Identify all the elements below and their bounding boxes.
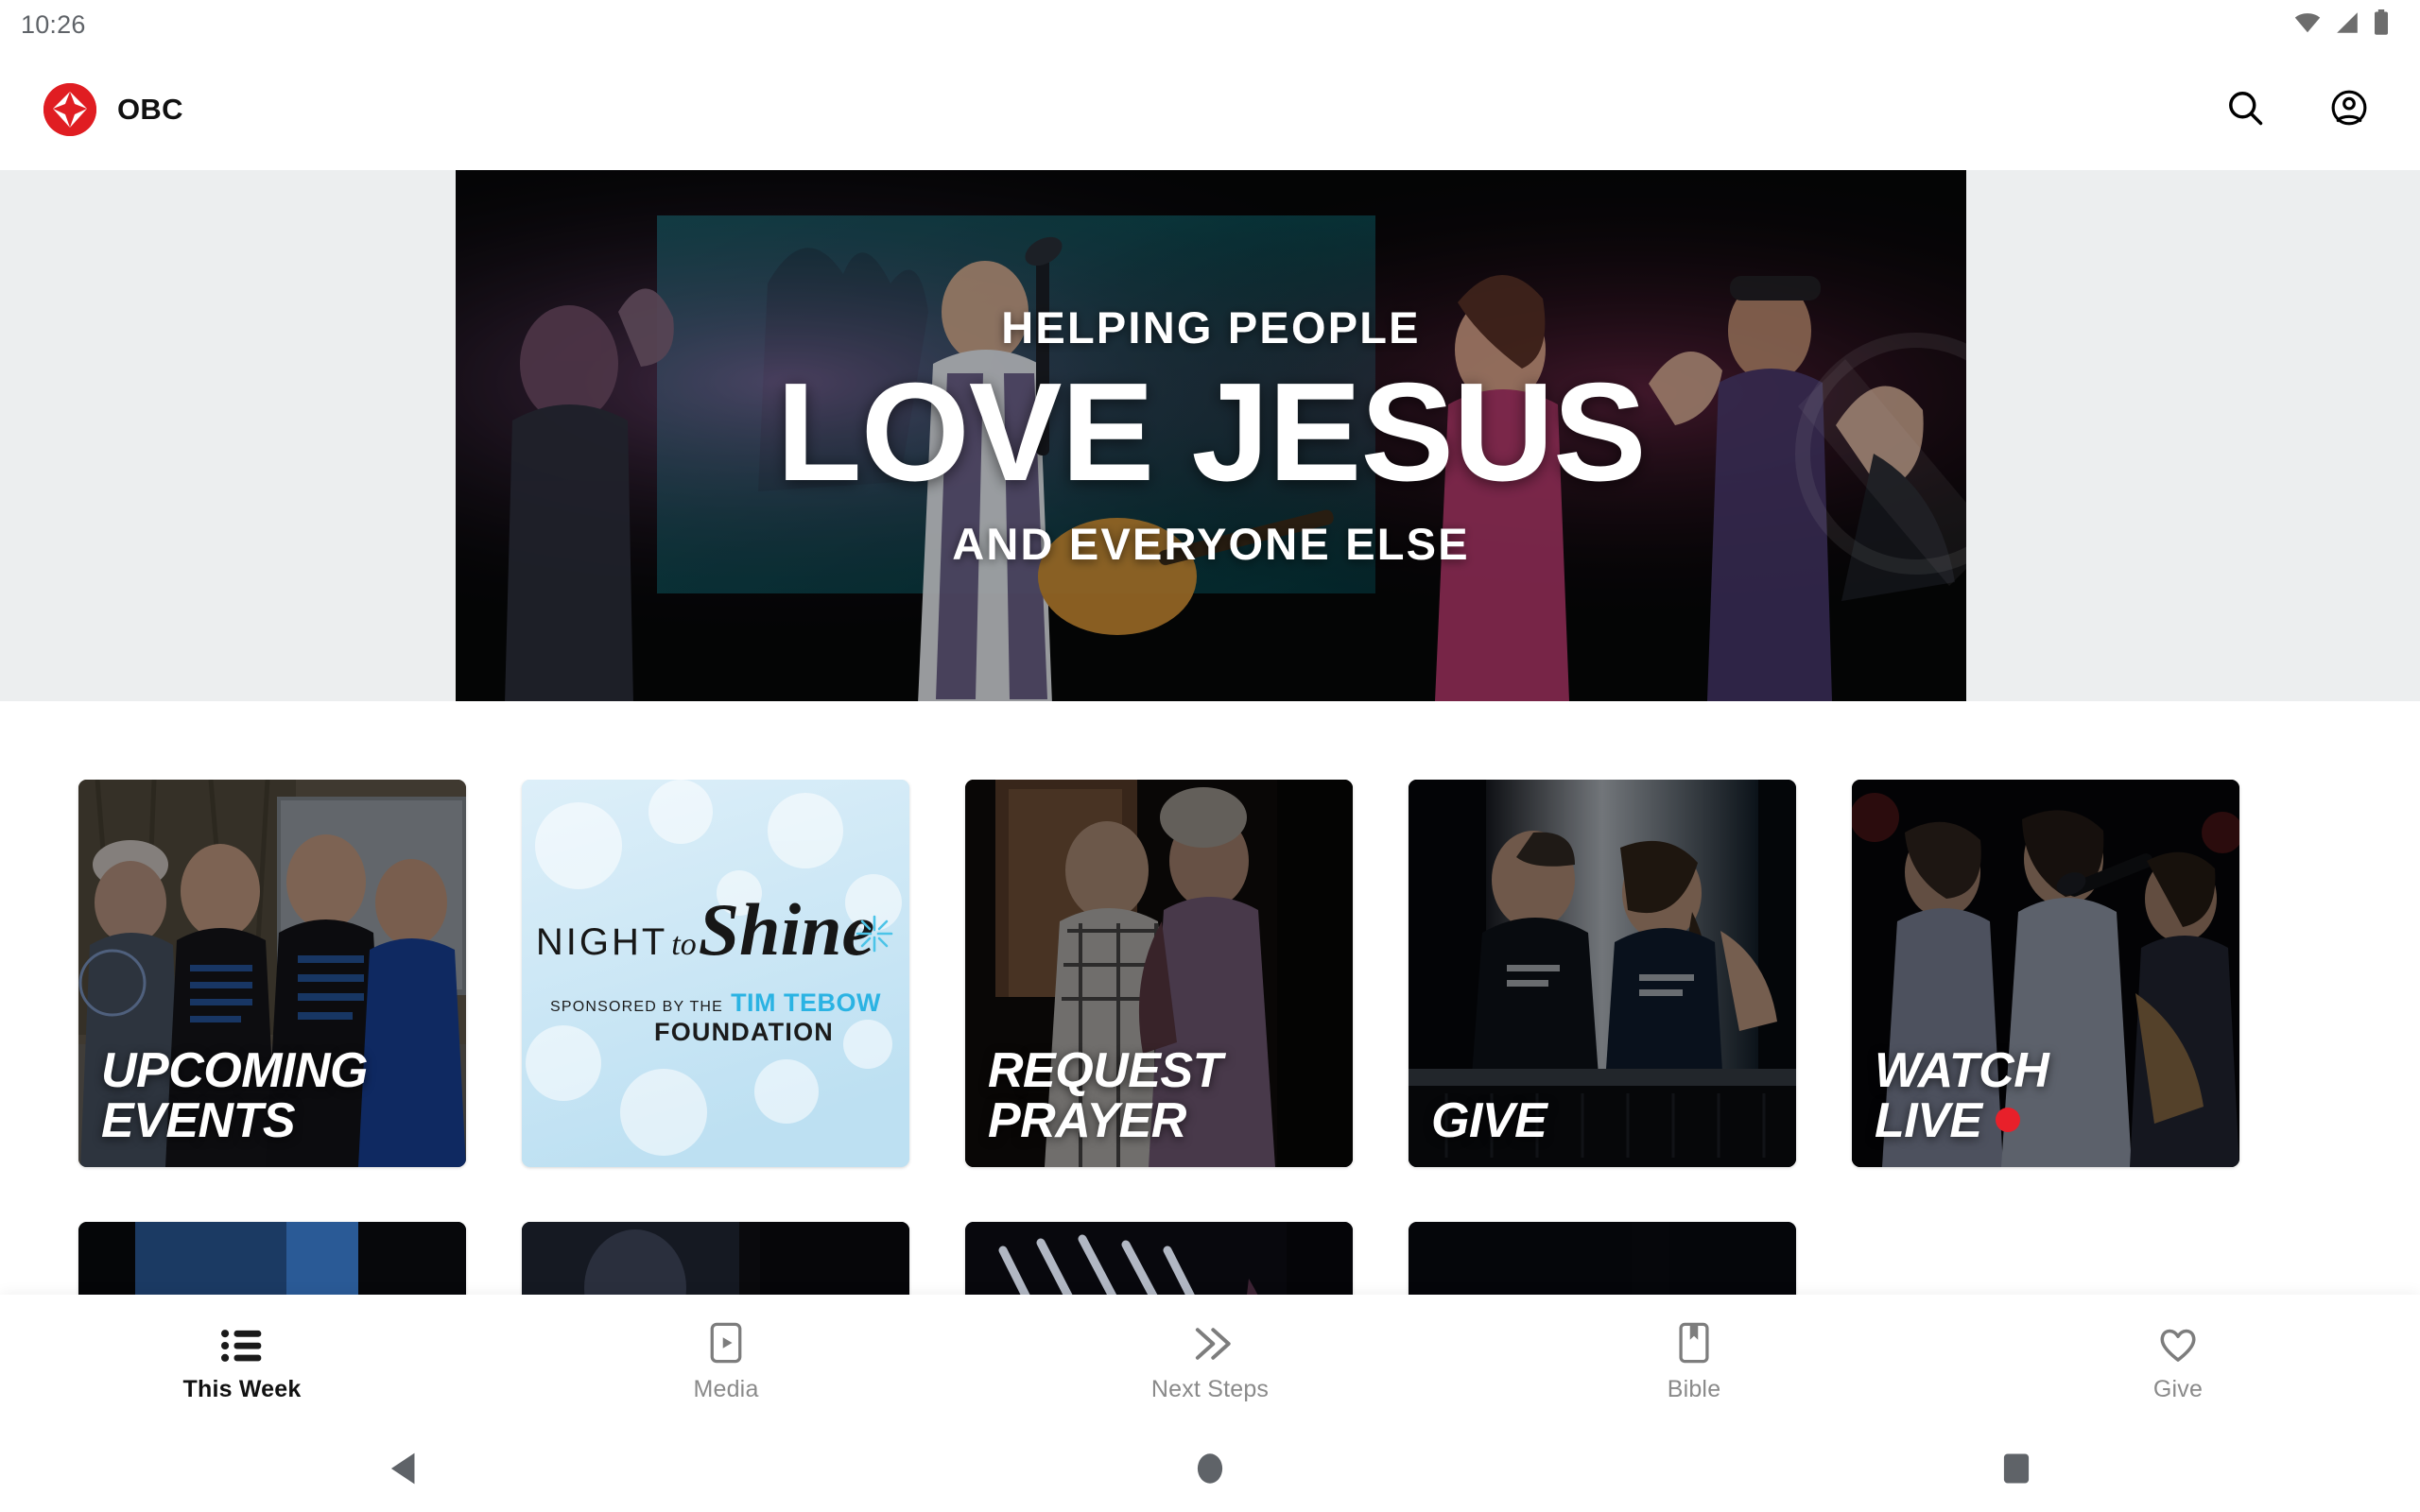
brand-block[interactable]: OBC — [43, 83, 183, 136]
android-recents-button[interactable] — [1960, 1442, 2073, 1499]
search-icon — [2224, 87, 2266, 133]
brand-name: OBC — [117, 93, 183, 126]
card-label: WATCH LIVE — [1875, 996, 2221, 1146]
hero-text-overlay: HELPING PEOPLE LOVE JESUS AND EVERYONE E… — [456, 170, 1966, 701]
card-request-prayer[interactable]: REQUEST PRAYER — [965, 780, 1353, 1167]
status-icon-group — [2293, 9, 2390, 41]
nav-label: Next Steps — [1150, 1376, 1270, 1402]
android-home-button[interactable] — [1153, 1442, 1267, 1499]
app-bar-actions — [2220, 84, 2375, 135]
double-chevron-icon — [1188, 1321, 1232, 1365]
card-upcoming-events[interactable]: UPCOMING EVENTS — [78, 780, 466, 1167]
heart-icon — [2157, 1321, 2199, 1365]
card-row-1: UPCOMING EVENTS NIGHT to Shine SPONSORED… — [78, 780, 2239, 1167]
obc-cross-logo-icon — [43, 83, 96, 136]
back-triangle-icon — [388, 1452, 420, 1490]
nts-brand-line-2: FOUNDATION — [654, 1017, 834, 1046]
nts-to-text: to — [671, 926, 697, 962]
nts-sponsor-text: SPONSORED BY THE — [549, 998, 724, 1015]
status-time: 10:26 — [21, 9, 86, 39]
nav-label: Give — [2152, 1376, 2204, 1402]
card-give[interactable]: GIVE — [1409, 780, 1796, 1167]
nav-tab-this-week[interactable]: This Week — [0, 1296, 484, 1429]
account-button[interactable] — [2324, 84, 2375, 135]
book-bookmark-icon — [1677, 1321, 1711, 1365]
card-night-to-shine[interactable]: NIGHT to Shine SPONSORED BY THE TIM TEBO… — [522, 780, 909, 1167]
cell-signal-icon — [2334, 11, 2360, 39]
battery-icon — [2373, 9, 2390, 41]
hero-line-2: LOVE JESUS — [776, 354, 1646, 510]
recents-square-icon — [2002, 1452, 2031, 1490]
android-system-nav — [0, 1429, 2420, 1512]
card-label: REQUEST PRAYER — [988, 1042, 1222, 1148]
account-circle-icon — [2328, 87, 2370, 133]
hero-line-1: HELPING PEOPLE — [1001, 302, 1421, 352]
card-label-text: WATCH LIVE — [1875, 1042, 2049, 1148]
card-watch-live[interactable]: WATCH LIVE — [1852, 780, 2239, 1167]
nts-brand-line-1: TIM TEBOW — [731, 988, 882, 1017]
nav-tab-next-steps[interactable]: Next Steps — [968, 1296, 1452, 1429]
nav-label: Media — [693, 1376, 759, 1402]
home-circle-icon — [1196, 1452, 1224, 1490]
hero-line-3: AND EVERYONE ELSE — [952, 519, 1470, 569]
sparkle-icon — [856, 915, 893, 952]
live-indicator-dot — [1995, 1107, 2020, 1132]
app-screen: 10:26 OBC HELPING PEOPLE LOVE JESUS AND … — [0, 0, 2420, 1512]
night-to-shine-logo: NIGHT to Shine SPONSORED BY THE TIM TEBO… — [522, 780, 909, 1167]
nts-night-text: NIGHT — [535, 920, 668, 963]
search-button[interactable] — [2220, 84, 2271, 135]
nav-label: This Week — [182, 1376, 302, 1402]
nts-shine-text: Shine — [698, 887, 875, 971]
nav-tab-media[interactable]: Media — [484, 1296, 968, 1429]
card-label: GIVE — [1431, 1092, 1547, 1148]
bottom-nav-bar: This Week Media Next Steps Bible Give — [0, 1295, 2420, 1429]
wifi-icon — [2293, 11, 2322, 39]
card-label: UPCOMING EVENTS — [101, 1042, 369, 1148]
android-back-button[interactable] — [347, 1442, 460, 1499]
app-bar: OBC — [0, 49, 2420, 170]
list-icon — [221, 1321, 263, 1365]
video-phone-icon — [709, 1321, 743, 1365]
nav-label: Bible — [1667, 1376, 1721, 1402]
nav-tab-give[interactable]: Give — [1936, 1296, 2420, 1429]
status-bar: 10:26 — [0, 0, 2420, 49]
nav-tab-bible[interactable]: Bible — [1452, 1296, 1936, 1429]
hero-banner[interactable]: HELPING PEOPLE LOVE JESUS AND EVERYONE E… — [456, 170, 1966, 701]
card-grid: UPCOMING EVENTS NIGHT to Shine SPONSORED… — [0, 780, 2420, 1321]
